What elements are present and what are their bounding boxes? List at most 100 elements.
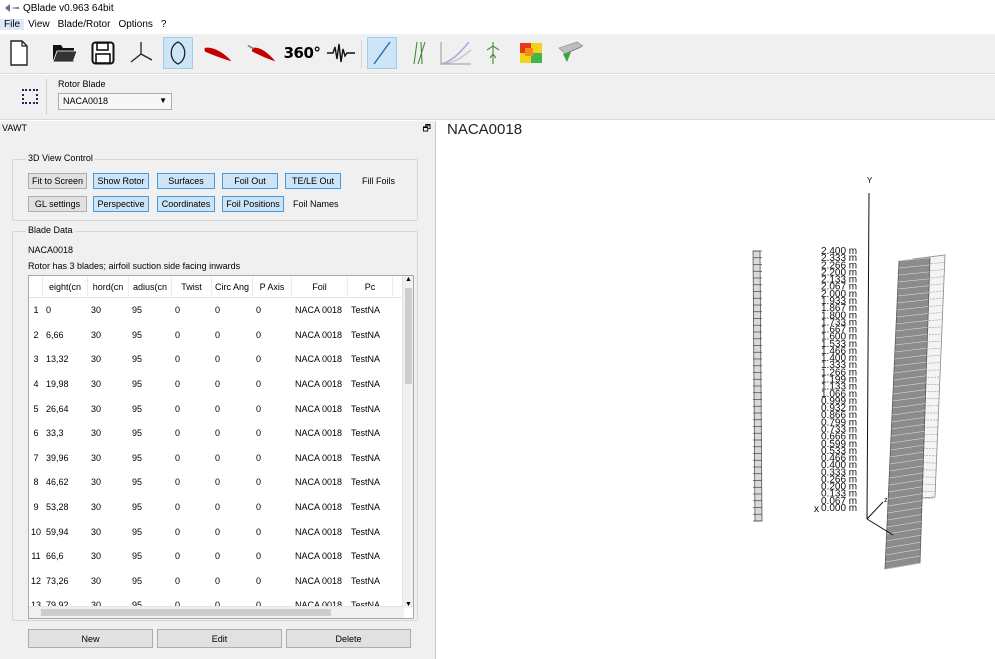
scroll-thumb[interactable] [405,288,412,384]
hawt-rotor-icon[interactable] [126,37,156,69]
horizontal-scrollbar[interactable] [29,606,404,618]
table-cell[interactable]: 95 [129,354,172,364]
column-header[interactable]: P Axis [253,276,292,297]
table-cell[interactable]: 0 [212,477,253,487]
table-cell[interactable]: NACA 0018 [292,477,348,487]
table-cell[interactable]: TestNA [348,477,393,487]
table-cell[interactable]: NACA 0018 [292,453,348,463]
table-cell[interactable]: 0 [212,428,253,438]
table-cell[interactable]: 0 [172,330,212,340]
table-cell[interactable]: NACA 0018 [292,305,348,315]
table-cell[interactable]: 30 [88,428,129,438]
vawt-rotor-icon[interactable] [163,37,193,69]
table-cell[interactable]: 19,98 [43,379,88,389]
table-row[interactable]: 2 6,66 30 95 0 0 0 NACA 0018 TestNA [29,323,404,348]
table-cell[interactable]: 0 [172,477,212,487]
table-cell[interactable]: 30 [88,379,129,389]
table-cell[interactable]: NACA 0018 [292,379,348,389]
table-cell[interactable]: 0 [212,502,253,512]
table-cell[interactable]: 30 [88,330,129,340]
qfem-icon[interactable] [555,37,585,69]
table-cell[interactable]: 0 [253,404,292,414]
table-cell[interactable]: 0 [172,453,212,463]
table-row[interactable]: 9 53,28 30 95 0 0 0 NACA 0018 TestNA [29,495,404,520]
scroll-down-icon[interactable]: ▼ [403,601,413,608]
table-cell[interactable]: 0 [253,305,292,315]
xfoil-polar-icon[interactable] [247,37,277,69]
table-cell[interactable]: 46,62 [43,477,88,487]
perspective-button[interactable]: Perspective [93,196,149,212]
table-cell[interactable]: NACA 0018 [292,404,348,414]
table-cell[interactable]: 0 [212,305,253,315]
column-header[interactable]: hord(cn [88,276,129,297]
table-cell[interactable]: 0 [212,404,253,414]
hscroll-thumb[interactable] [41,609,331,616]
table-cell[interactable]: 0 [212,527,253,537]
table-cell[interactable]: 30 [88,551,129,561]
table-cell[interactable]: TestNA [348,379,393,389]
table-cell[interactable]: TestNA [348,330,393,340]
table-cell[interactable]: 39,96 [43,453,88,463]
menu-blade-rotor[interactable]: Blade/Rotor [54,19,115,30]
table-cell[interactable]: TestNA [348,576,393,586]
table-cell[interactable]: 0 [212,576,253,586]
fill-foils-label[interactable]: Fill Foils [362,176,395,186]
turbine-simulation-icon[interactable] [478,37,508,69]
table-cell[interactable]: 59,94 [43,527,88,537]
table-row[interactable]: 3 13,32 30 95 0 0 0 NACA 0018 TestNA [29,347,404,372]
table-cell[interactable]: TestNA [348,453,393,463]
table-cell[interactable]: TestNA [348,428,393,438]
multi-parameter-icon[interactable] [438,37,474,69]
column-header[interactable]: Circ Ang [212,276,253,297]
table-cell[interactable]: 53,28 [43,502,88,512]
table-cell[interactable]: TestNA [348,502,393,512]
table-cell[interactable]: 95 [129,330,172,340]
fit-to-screen-button[interactable]: Fit to Screen [28,173,87,189]
table-cell[interactable]: 0 [172,305,212,315]
table-cell[interactable]: 0 [172,404,212,414]
table-cell[interactable]: 0 [253,379,292,389]
column-header[interactable]: Foil [292,276,348,297]
table-cell[interactable]: 95 [129,576,172,586]
table-cell[interactable]: TestNA [348,354,393,364]
menu-file[interactable]: File [0,19,25,30]
column-header[interactable]: Twist [172,276,212,297]
table-cell[interactable]: 0 [253,330,292,340]
table-cell[interactable]: 0 [253,502,292,512]
table-cell[interactable]: 73,26 [43,576,88,586]
new-button[interactable]: New [28,629,153,648]
coordinates-button[interactable]: Coordinates [157,196,215,212]
table-row[interactable]: 1 0 30 95 0 0 0 NACA 0018 TestNA [29,298,404,323]
table-cell[interactable]: NACA 0018 [292,428,348,438]
table-cell[interactable]: 95 [129,527,172,537]
table-cell[interactable]: 95 [129,453,172,463]
table-cell[interactable]: 0 [253,551,292,561]
table-cell[interactable]: 95 [129,502,172,512]
column-header[interactable]: eight(cn [43,276,88,297]
table-cell[interactable]: 13,32 [43,354,88,364]
table-cell[interactable]: NACA 0018 [292,576,348,586]
table-cell[interactable]: 66,6 [43,551,88,561]
table-row[interactable]: 8 46,62 30 95 0 0 0 NACA 0018 TestNA [29,470,404,495]
wind-turbulence-icon[interactable] [326,37,356,69]
table-cell[interactable]: 0 [172,428,212,438]
table-cell[interactable]: 95 [129,477,172,487]
foil-names-label[interactable]: Foil Names [293,199,339,209]
column-header[interactable]: Pc [348,276,393,297]
table-cell[interactable]: 6,66 [43,330,88,340]
surfaces-button[interactable]: Surfaces [157,173,215,189]
table-cell[interactable]: 0 [172,551,212,561]
table-cell[interactable]: 0 [253,428,292,438]
new-file-icon[interactable] [4,37,34,69]
table-cell[interactable]: 0 [212,551,253,561]
table-cell[interactable]: 30 [88,305,129,315]
table-cell[interactable]: 95 [129,305,172,315]
table-cell[interactable]: 26,64 [43,404,88,414]
table-cell[interactable]: NACA 0018 [292,354,348,364]
table-row[interactable]: 5 26,64 30 95 0 0 0 NACA 0018 TestNA [29,396,404,421]
table-cell[interactable]: 0 [253,477,292,487]
table-cell[interactable]: 0 [212,354,253,364]
table-cell[interactable]: 33,3 [43,428,88,438]
table-cell[interactable]: 0 [212,330,253,340]
menu-view[interactable]: View [24,19,54,30]
